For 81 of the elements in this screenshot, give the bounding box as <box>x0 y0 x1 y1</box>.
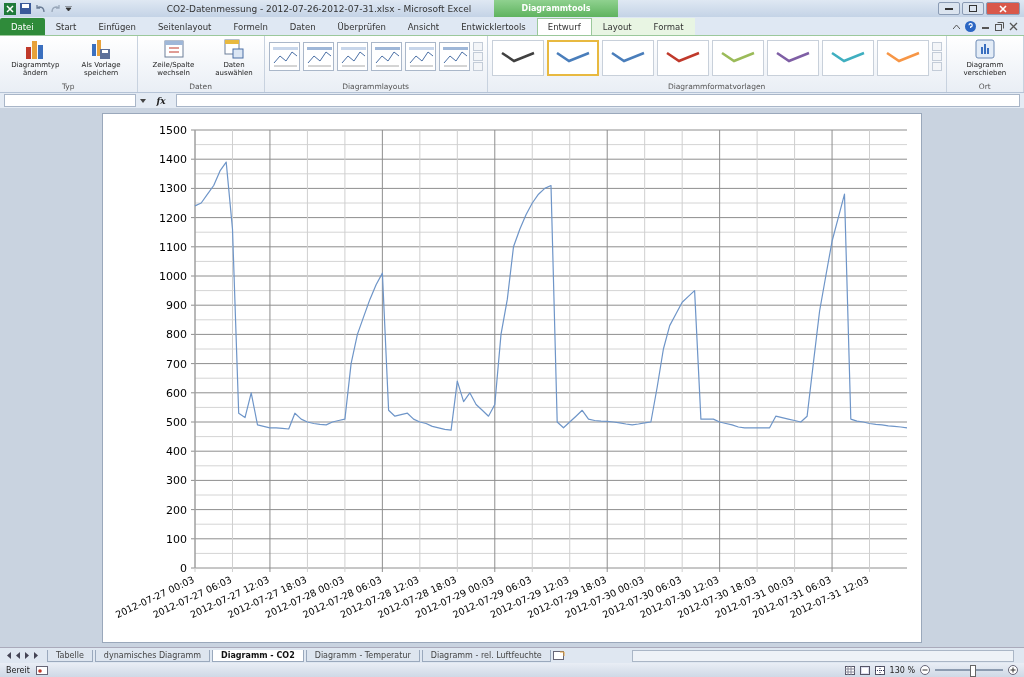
y-axis-label: 1200 <box>159 211 187 225</box>
function-label[interactable]: fx <box>150 95 172 106</box>
layout-thumbnail[interactable] <box>336 42 368 71</box>
sheet-tab[interactable]: Tabelle <box>47 649 93 662</box>
minimize-icon <box>945 7 953 10</box>
save-icon[interactable] <box>20 3 31 14</box>
horizontal-scrollbar[interactable] <box>632 649 1014 662</box>
ribbon-tab[interactable]: Einfügen <box>87 18 147 35</box>
ribbon-tab[interactable]: Seitenlayout <box>146 18 223 35</box>
y-axis-label: 1000 <box>159 270 187 283</box>
layout-thumbnail[interactable] <box>302 42 334 71</box>
ribbon-tab[interactable]: Formeln <box>222 18 279 35</box>
undo-icon[interactable] <box>35 4 46 13</box>
sheet-tab[interactable]: Diagramm - CO2 <box>212 649 304 662</box>
chart-save-icon <box>90 38 113 60</box>
zoom-slider-thumb[interactable] <box>970 665 977 677</box>
chart-style-swatch[interactable] <box>876 40 929 76</box>
zoom-out-icon[interactable] <box>920 665 930 675</box>
excel-icon[interactable] <box>4 2 16 15</box>
close-icon[interactable] <box>1009 22 1018 31</box>
y-axis-label: 1400 <box>159 153 187 167</box>
zoom-level[interactable]: 130 % <box>889 665 915 675</box>
chart-style-swatch[interactable] <box>711 40 764 76</box>
help-icon[interactable] <box>965 21 976 32</box>
ribbon-tab[interactable]: Daten <box>278 18 327 35</box>
maximize-button[interactable] <box>962 2 984 15</box>
chart-style-swatch[interactable] <box>491 40 544 76</box>
ribbon-tab[interactable]: Entwicklertools <box>450 18 537 35</box>
ribbon-tab[interactable]: Entwurf <box>536 18 592 35</box>
caret-icon[interactable] <box>953 24 960 29</box>
table-swap-icon <box>162 38 185 60</box>
ribbon-tab[interactable]: Start <box>44 18 88 35</box>
layout-thumbnail[interactable] <box>438 42 470 71</box>
chart-style-swatch[interactable] <box>821 40 874 76</box>
page-layout-icon[interactable] <box>859 665 870 675</box>
y-axis-label: 400 <box>166 445 187 459</box>
dropdown-icon[interactable] <box>140 98 146 103</box>
sheet-tab[interactable]: Diagramm - rel. Luftfeuchte <box>421 649 551 662</box>
y-axis-label: 1300 <box>159 182 187 196</box>
y-axis-label: 300 <box>166 474 187 488</box>
layout-thumbnail[interactable] <box>404 42 436 71</box>
ribbon-tab[interactable]: Ansicht <box>396 18 451 35</box>
sheet-tab[interactable]: Diagramm - Temperatur <box>305 649 420 662</box>
dropdown-icon[interactable] <box>65 5 72 12</box>
restore-icon[interactable] <box>995 22 1004 31</box>
table-select-icon <box>223 38 246 60</box>
chart-style-swatch[interactable] <box>546 40 599 76</box>
y-axis-label: 900 <box>166 299 187 313</box>
layout-thumbnail[interactable] <box>370 42 402 71</box>
contextual-tab-header: Diagrammtools <box>494 0 618 17</box>
sheet-tab[interactable]: dynamisches Diagramm <box>94 649 211 662</box>
maximize-icon <box>969 5 977 12</box>
chart-style-swatch[interactable] <box>601 40 654 76</box>
ribbon-tab[interactable]: Datei <box>0 18 45 35</box>
normal-view-icon[interactable] <box>844 665 855 675</box>
ribbon-tab[interactable]: Überprüfen <box>326 18 397 35</box>
chart-style-swatch[interactable] <box>656 40 709 76</box>
close-button[interactable] <box>986 2 1020 15</box>
macro-record-icon[interactable] <box>35 665 48 675</box>
chart-style-swatch[interactable] <box>766 40 819 76</box>
y-axis-label: 500 <box>166 416 187 429</box>
layout-thumbnail[interactable] <box>268 42 300 71</box>
y-axis-label: 1100 <box>159 240 187 254</box>
window-title: CO2-Datenmessung - 2012-07-26-2012-07-31.xlsx - Microsoft Excel <box>165 3 473 14</box>
page-break-icon[interactable] <box>874 665 885 675</box>
ribbon-tab[interactable]: Layout <box>591 18 643 35</box>
y-axis-label: 200 <box>166 503 187 517</box>
minimize-button[interactable] <box>938 2 960 15</box>
chart-move-icon <box>973 38 996 60</box>
y-axis-label: 800 <box>166 328 187 342</box>
status-text: Bereit <box>6 665 30 675</box>
y-axis-label: 600 <box>166 386 187 400</box>
close-icon <box>999 4 1007 13</box>
zoom-in-icon[interactable] <box>1008 665 1018 675</box>
insert-sheet-icon[interactable] <box>552 650 565 661</box>
y-axis-label: 0 <box>180 562 187 575</box>
ribbon-tab[interactable]: Format <box>642 18 695 35</box>
y-axis-label: 1500 <box>159 124 187 137</box>
y-axis-label: 700 <box>166 357 187 371</box>
y-axis-label: 100 <box>166 532 187 546</box>
formula-field[interactable] <box>176 94 1020 107</box>
